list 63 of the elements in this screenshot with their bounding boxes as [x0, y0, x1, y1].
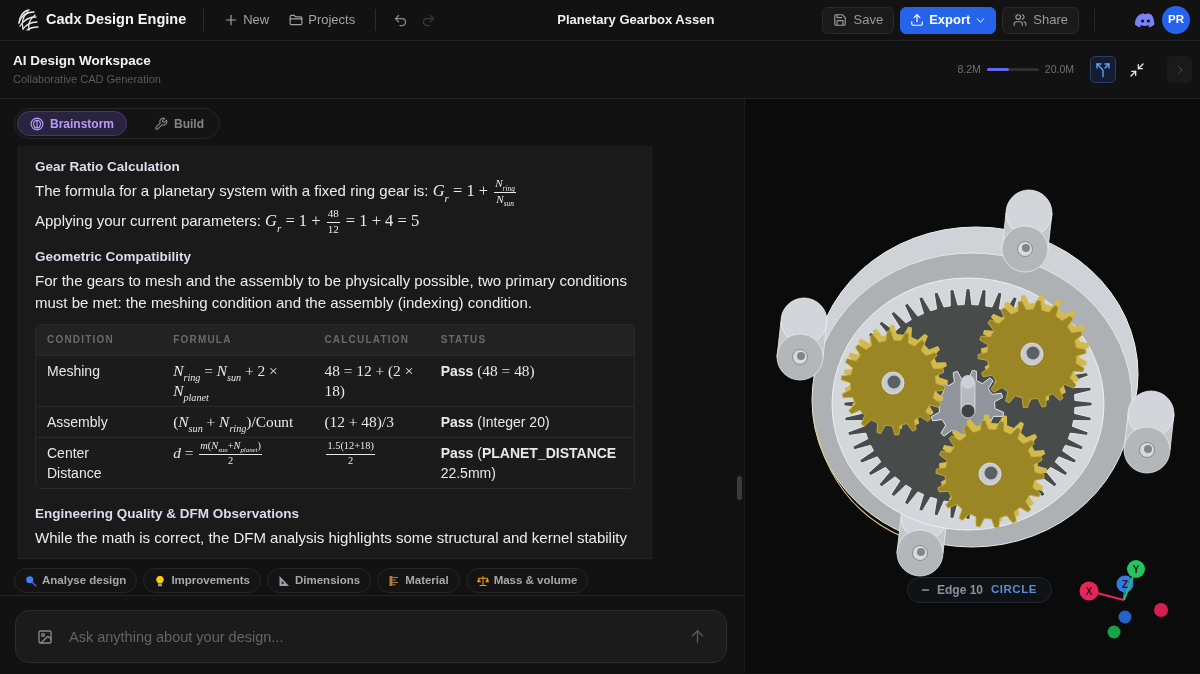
suggestion-chip[interactable]: Analyse design [14, 568, 138, 594]
mode-tab[interactable]: Build [141, 111, 217, 136]
lightbulb-icon [154, 574, 167, 587]
suggestion-chip[interactable]: Material [377, 568, 460, 594]
scrollbar-thumb[interactable] [737, 476, 742, 500]
mode-tab[interactable]: Brainstorm [17, 111, 127, 136]
app-name: Cadx Design Engine [46, 10, 187, 30]
collapse-arrows-icon [1129, 61, 1145, 78]
composer-box[interactable]: Ask anything about your design... [15, 610, 727, 664]
workspace-subtitle: Collaborative CAD Generation [13, 72, 162, 87]
export-button[interactable]: Export [900, 6, 997, 34]
undo-icon[interactable] [393, 12, 409, 28]
axis-dot-icon[interactable] [1154, 603, 1168, 617]
share-button[interactable]: Share [1002, 6, 1079, 34]
axis-dot-icon[interactable] [1107, 625, 1121, 639]
projects-button[interactable]: Projects [286, 7, 359, 33]
plus-icon [224, 13, 239, 27]
table-cell: Assembly [36, 406, 163, 437]
table-cell: Pass (48 = 48) [429, 355, 634, 406]
column-header: STATUS [429, 325, 634, 355]
section-heading: Geometric Compatibility [35, 248, 193, 266]
table-cell: Meshing [36, 355, 163, 406]
logo-icon[interactable] [16, 8, 40, 32]
balance-scale-icon [476, 574, 489, 587]
user-avatar[interactable]: PR [1162, 6, 1190, 34]
table-cell: Pass (PLANET_DISTANCE 22.5mm) [429, 437, 634, 488]
table-cell: (12 + 48)/3 [313, 406, 430, 437]
memory-used-label: 8.2M [957, 61, 981, 77]
search-icon [25, 574, 37, 587]
suggestion-chip[interactable]: Dimensions [267, 568, 372, 594]
section-heading: Gear Ratio Calculation [35, 158, 181, 176]
column-header: CALCULATION [313, 325, 430, 355]
fork-arrows-icon [1095, 61, 1111, 78]
section-heading: Engineering Quality & DFM Observations [35, 504, 301, 523]
upload-icon [910, 13, 925, 27]
axis-dot-icon[interactable] [1118, 610, 1132, 624]
document-title: Planetary Gearbox Assen [557, 12, 715, 28]
folder-icon [289, 13, 304, 27]
table-cell: (N$_{sun}$ + N$_{ring}$)/Count [162, 406, 314, 437]
split-view-button[interactable] [1090, 56, 1116, 83]
image-icon[interactable] [37, 628, 53, 645]
paragraph: While the math is correct, the DFM analysis highlights some structural and kernel stability [35, 527, 628, 548]
table-cell: Center Distance [36, 437, 163, 488]
table-cell: Pass (Integer 20) [429, 406, 634, 437]
paragraph: For the gears to mesh and the assembly to be physically possible, two primary conditions must be met: the meshing condition and the assembly (indexing) condition. [35, 271, 628, 313]
ruler-icon [388, 574, 401, 587]
message-input[interactable]: Ask anything about your design... [69, 625, 673, 648]
memory-total-label: 20.0M [1044, 61, 1074, 77]
column-header: CONDITION [36, 325, 163, 355]
people-icon [1013, 13, 1028, 27]
arrow-up-icon[interactable] [689, 628, 706, 646]
brain-icon [30, 116, 44, 131]
table-cell: 48 = 12 + (2 × 18) [313, 355, 430, 406]
suggestion-chip[interactable]: Improvements [143, 568, 261, 594]
suggestion-chip[interactable]: Mass & volume [465, 568, 589, 594]
new-button[interactable]: New [221, 7, 273, 33]
save-button[interactable]: Save [822, 6, 895, 34]
workspace-title: AI Design Workspace [13, 52, 152, 70]
table-cell: N$_{ring}$ = N$_{sun}$ + 2 × N$_{planet}$ [162, 355, 314, 406]
column-header: FORMULA [162, 325, 314, 355]
wrench-icon [154, 116, 168, 131]
edge-type-label: CIRCLE [991, 582, 1037, 598]
edge-label: Edge 10 [937, 582, 984, 599]
